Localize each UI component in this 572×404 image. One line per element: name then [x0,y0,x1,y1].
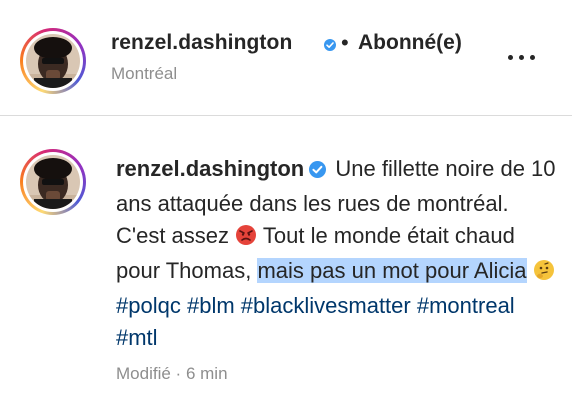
caption-avatar[interactable] [20,149,86,215]
caption-highlighted-text: mais pas un mot pour Alicia [257,258,527,283]
post-timestamp[interactable]: 6 min [186,364,228,383]
avatar-image [26,34,80,88]
more-options-icon[interactable] [508,50,544,64]
verified-badge-icon [324,39,336,51]
post-meta: Modifié · 6 min [116,364,228,384]
thinking-face-emoji-icon [533,258,555,290]
hashtag-link[interactable]: #mtl [116,325,158,350]
caption-avatar-image [26,155,80,209]
hashtag-link[interactable]: #montreal [417,293,515,318]
hashtag-link[interactable]: #blm [187,293,235,318]
avatar[interactable] [20,28,86,94]
caption-username[interactable]: renzel.dashington [116,156,304,181]
time-separator: · [175,364,182,383]
header-username[interactable]: renzel.dashington [111,31,292,55]
post-header: renzel.dashington • Abonné(e) Montréal [0,0,572,116]
follow-status-button[interactable]: Abonné(e) [358,31,462,55]
angry-face-emoji-icon [235,223,257,255]
edited-label: Modifié [116,364,171,383]
hashtag-link[interactable]: #blacklivesmatter [241,293,411,318]
location-link[interactable]: Montréal [111,64,177,84]
verified-badge-icon [308,156,327,188]
post-caption: renzel.dashington Une fillette noire de … [116,153,556,354]
hashtag-link[interactable]: #polqc [116,293,181,318]
header-separator: • [341,30,349,55]
